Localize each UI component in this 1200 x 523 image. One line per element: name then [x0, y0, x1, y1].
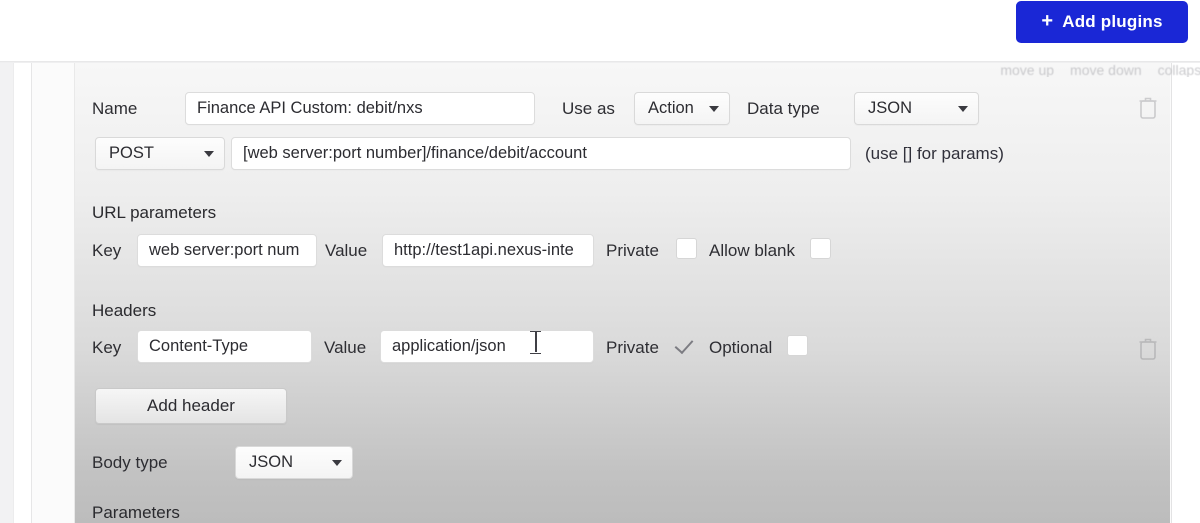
url-param-value-input[interactable]: http://test1api.nexus-inte	[382, 234, 594, 267]
move-up-link[interactable]: move up	[1000, 63, 1054, 77]
url-param-private-label: Private	[606, 241, 659, 260]
url-param-allow-blank-label: Allow blank	[709, 241, 795, 260]
url-param-value-label: Value	[325, 241, 368, 260]
url-param-key-label: Key	[92, 241, 122, 260]
data-type-select[interactable]: JSON	[854, 92, 979, 125]
chevron-down-icon	[958, 105, 968, 112]
url-param-private-checkbox[interactable]	[676, 238, 697, 259]
plus-icon: +	[1041, 10, 1054, 32]
chevron-down-icon	[709, 105, 719, 112]
body-type-value: JSON	[249, 453, 294, 471]
trash-icon	[1139, 338, 1157, 360]
data-type-value: JSON	[868, 99, 913, 117]
page-body: move up move down collapse Name Finance …	[0, 63, 1200, 523]
add-plugins-label: Add plugins	[1062, 12, 1163, 31]
url-params-hint: (use [] for params)	[865, 144, 1004, 163]
url-param-key-input[interactable]: web server:port num	[137, 234, 317, 267]
delete-header-button[interactable]	[1138, 337, 1158, 366]
url-param-allow-blank-checkbox[interactable]	[810, 238, 831, 259]
name-label: Name	[92, 99, 138, 118]
body-type-label: Body type	[92, 453, 168, 472]
add-header-button[interactable]: Add header	[95, 388, 287, 424]
chevron-down-icon	[204, 150, 214, 157]
right-gutter-spacer	[1172, 63, 1200, 523]
app-root: + Add plugins move up move down collapse…	[0, 0, 1200, 523]
header-key-label: Key	[92, 338, 122, 357]
chevron-down-icon	[332, 459, 342, 466]
parameters-title: Parameters	[92, 503, 180, 522]
header-value-input[interactable]: application/json	[380, 330, 594, 363]
plugin-card: move up move down collapse Name Finance …	[74, 63, 1200, 523]
data-type-label: Data type	[747, 99, 820, 118]
headers-title: Headers	[92, 301, 157, 320]
body-type-select[interactable]: JSON	[235, 446, 353, 479]
use-as-select[interactable]: Action	[634, 92, 730, 125]
plugin-name-input[interactable]: Finance API Custom: debit/nxs	[185, 92, 535, 125]
add-plugins-button[interactable]: + Add plugins	[1016, 1, 1188, 43]
use-as-value: Action	[648, 99, 694, 117]
header-private-checkbox[interactable]	[676, 335, 697, 356]
header-optional-label: Optional	[709, 338, 773, 357]
trash-icon	[1139, 97, 1157, 119]
header-private-label: Private	[606, 338, 659, 357]
header-optional-checkbox[interactable]	[787, 335, 808, 356]
card-action-links: move up move down collapse	[955, 63, 1200, 77]
delete-plugin-button[interactable]	[1138, 96, 1158, 125]
collapse-link[interactable]: collapse	[1158, 63, 1200, 77]
use-as-label: Use as	[562, 99, 615, 118]
top-header-bar: + Add plugins	[0, 0, 1200, 62]
url-parameters-title: URL parameters	[92, 203, 217, 222]
http-method-value: POST	[109, 144, 154, 162]
left-gutter-strip	[0, 63, 14, 523]
left-gutter-spacer	[14, 63, 31, 523]
header-value-label: Value	[324, 338, 367, 357]
header-key-input[interactable]: Content-Type	[137, 330, 312, 363]
endpoint-url-input[interactable]: [web server:port number]/finance/debit/a…	[231, 137, 851, 170]
http-method-select[interactable]: POST	[95, 137, 225, 170]
move-down-link[interactable]: move down	[1070, 63, 1142, 77]
